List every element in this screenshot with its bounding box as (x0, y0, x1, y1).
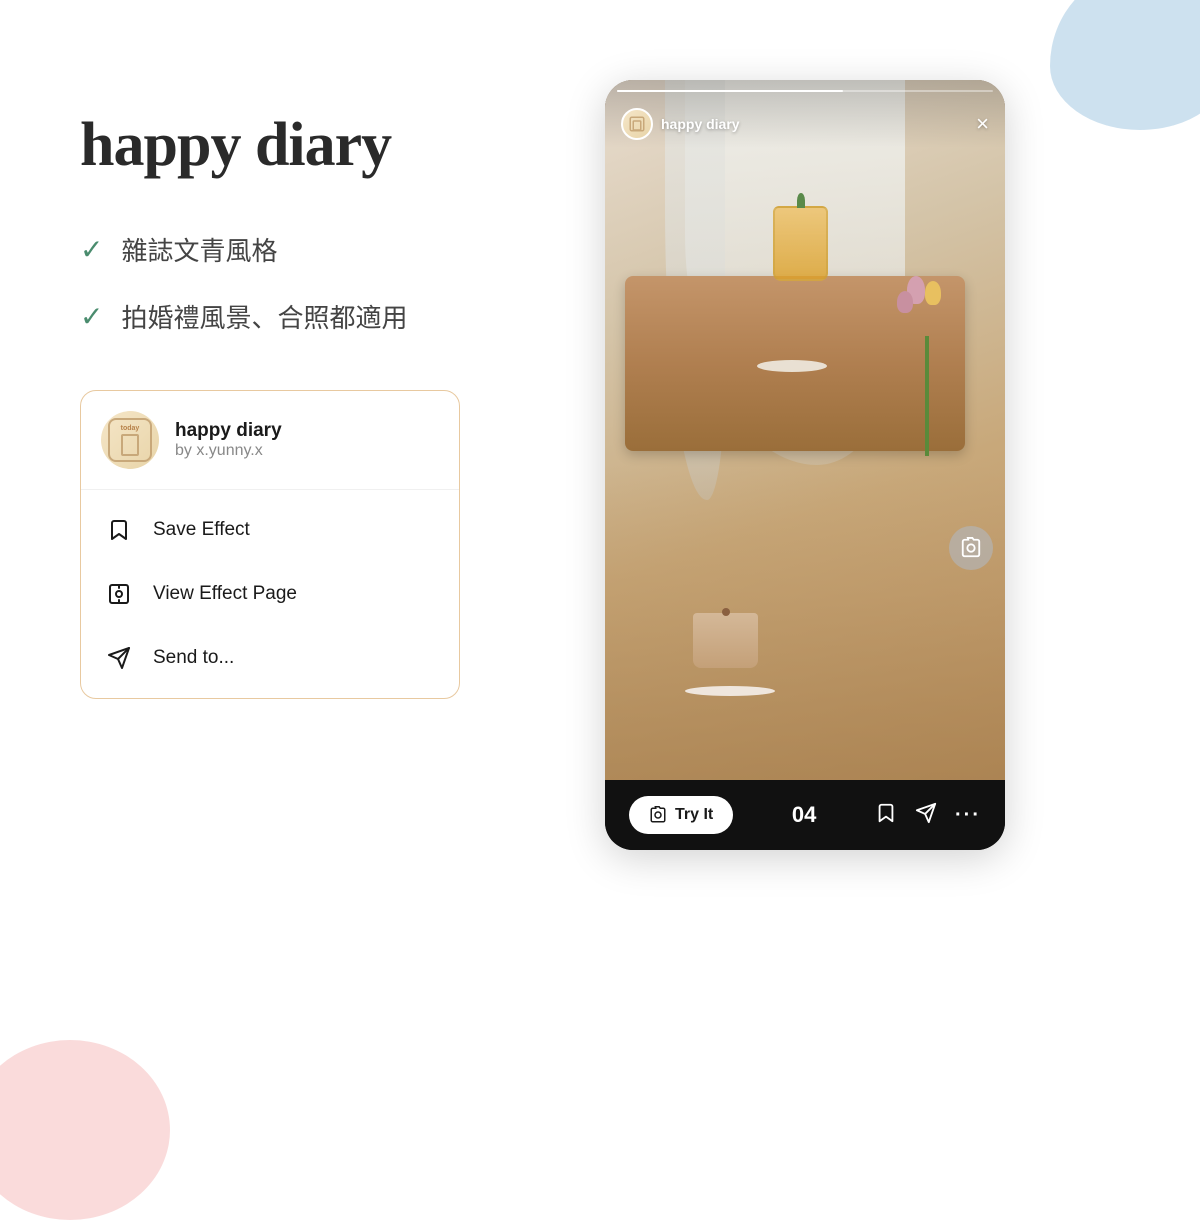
progress-bar-fill (617, 90, 843, 92)
photo-scene (605, 80, 1005, 780)
effect-name: happy diary (175, 420, 282, 442)
try-it-label: Try It (675, 806, 713, 824)
effect-header: today happy diary by x.yunny.x (81, 391, 459, 490)
phone-mockup: happy diary × (605, 80, 1005, 850)
save-effect-item[interactable]: Save Effect (81, 498, 459, 562)
send-to-item[interactable]: Send to... (81, 626, 459, 690)
view-effect-page-item[interactable]: View Effect Page (81, 562, 459, 626)
feature-item-1: ✓ 雜誌文青風格 (80, 231, 510, 268)
avatar-today-text: today (121, 425, 140, 432)
cake-plate (685, 686, 775, 696)
feature-item-2: ✓ 拍婚禮風景、合照都適用 (80, 298, 510, 335)
right-panel: happy diary × (590, 80, 1020, 850)
drink-saucer (757, 360, 827, 372)
avatar-rect-icon (121, 434, 139, 456)
story-username: happy diary (661, 116, 740, 132)
flower-head-2 (925, 281, 941, 305)
effect-count: 04 (749, 802, 859, 828)
flowers (897, 276, 957, 456)
menu-card: today happy diary by x.yunny.x (80, 390, 460, 699)
cake (693, 613, 758, 668)
story-content: happy diary × (605, 80, 1005, 780)
story-user-info: happy diary (621, 108, 976, 140)
send-bottom-icon[interactable] (915, 802, 937, 829)
effect-author: by x.yunny.x (175, 442, 282, 460)
camera-overlay-button[interactable] (949, 526, 993, 570)
flower-head-3 (897, 291, 913, 313)
floor (605, 465, 1005, 780)
app-title: happy diary (80, 110, 510, 181)
menu-items: Save Effect View Effect Page (81, 490, 459, 698)
checkmark-icon-1: ✓ (80, 233, 103, 266)
story-close-button[interactable]: × (976, 111, 989, 137)
more-bottom-icon[interactable]: ··· (955, 804, 981, 827)
bookmark-bottom-icon[interactable] (875, 802, 897, 829)
flower-stem (925, 336, 929, 456)
avatar-inner: today (108, 418, 152, 462)
bottom-actions: ··· (875, 802, 981, 829)
drink (773, 206, 828, 281)
main-container: happy diary ✓ 雜誌文青風格 ✓ 拍婚禮風景、合照都適用 today (0, 0, 1200, 1200)
left-panel: happy diary ✓ 雜誌文青風格 ✓ 拍婚禮風景、合照都適用 today (80, 80, 510, 699)
story-avatar (621, 108, 653, 140)
phone-bottom-bar: Try It 04 ··· (605, 780, 1005, 850)
view-effect-label: View Effect Page (153, 583, 297, 605)
save-effect-label: Save Effect (153, 519, 250, 541)
view-effect-icon (105, 580, 133, 608)
try-it-button[interactable]: Try It (629, 796, 733, 834)
send-icon (105, 644, 133, 672)
feature-text-2: 拍婚禮風景、合照都適用 (121, 298, 407, 335)
bookmark-icon (105, 516, 133, 544)
effect-info: happy diary by x.yunny.x (175, 420, 282, 460)
feature-list: ✓ 雜誌文青風格 ✓ 拍婚禮風景、合照都適用 (80, 231, 510, 335)
avatar: today (101, 411, 159, 469)
camera-icon (649, 806, 667, 824)
checkmark-icon-2: ✓ (80, 300, 103, 333)
send-to-label: Send to... (153, 647, 234, 669)
feature-text-1: 雜誌文青風格 (121, 231, 277, 268)
progress-bar-bg (617, 90, 993, 92)
story-topbar: happy diary × (605, 80, 1005, 148)
